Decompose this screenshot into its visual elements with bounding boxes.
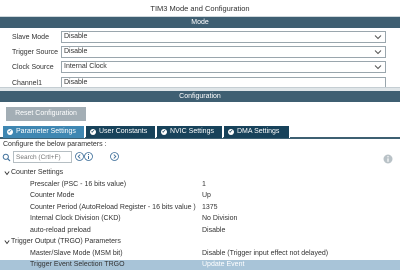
tab-nvic-settings[interactable]: ✔ NVIC Settings [157, 126, 223, 138]
parameter-label: Prescaler (PSC - 16 bits value) [30, 180, 127, 188]
check-circle-icon: ✔ [7, 129, 13, 135]
check-circle-icon: ✔ [90, 129, 96, 135]
parameter-value[interactable]: Disable [202, 226, 225, 236]
trigger-source-select[interactable]: Disable [61, 46, 386, 58]
parameter-label: Counter Mode [30, 192, 75, 199]
mode-panel: Slave Mode Disable Trigger Source Disabl… [0, 28, 400, 87]
tab-label: DMA Settings [237, 128, 280, 135]
clock-source-row: Clock Source Internal Clock [0, 61, 400, 74]
counter-settings-group[interactable]: Counter Settings [0, 168, 400, 178]
group-label: Counter Settings [11, 169, 64, 176]
window-title: TIM3 Mode and Configuration [0, 0, 400, 17]
parameter-row-selected[interactable]: Trigger Event Selection TRGO Update Even… [0, 260, 400, 270]
search-input[interactable] [13, 151, 72, 163]
trigger-output-group[interactable]: Trigger Output (TRGO) Parameters [0, 237, 400, 247]
parameter-row[interactable]: auto-reload preload Disable [0, 226, 400, 236]
channel1-row: Channel1 Disable [0, 77, 400, 87]
parameter-value[interactable]: No Division [202, 214, 237, 224]
parameter-value[interactable]: 1375 [202, 203, 218, 213]
slave-mode-row: Slave Mode Disable [0, 31, 400, 44]
parameter-row[interactable]: Counter Mode Up [0, 191, 400, 201]
configuration-section-header: Configuration [0, 91, 400, 102]
slave-mode-select[interactable]: Disable [61, 31, 386, 43]
config-tabs: ✔ Parameter Settings ✔ User Constants ✔ NVI… [0, 126, 400, 139]
search-icon[interactable] [2, 153, 11, 162]
reset-configuration-button[interactable]: Reset Configuration [6, 107, 86, 121]
parameter-value[interactable]: Disable (Trigger input effect not delaye… [202, 249, 328, 259]
parameter-value[interactable]: Up [202, 191, 211, 201]
collapse-toggle-icon[interactable] [4, 239, 10, 245]
tab-label: NVIC Settings [170, 128, 214, 135]
parameter-settings-panel: Configure the below parameters : Count [0, 139, 400, 279]
parameter-value[interactable]: Update Event [202, 260, 244, 270]
chevron-down-icon [374, 35, 382, 40]
chevron-right-icon[interactable] [110, 152, 119, 161]
parameter-row[interactable]: Master/Slave Mode (MSM bit) Disable (Tri… [0, 249, 400, 259]
configure-instructions: Configure the below parameters : [3, 141, 107, 148]
trigger-source-label: Trigger Source [12, 49, 59, 56]
tab-user-constants[interactable]: ✔ User Constants [86, 126, 156, 138]
search-row [0, 151, 400, 165]
info-icon[interactable] [84, 152, 93, 161]
clock-source-select[interactable]: Internal Clock [61, 61, 386, 73]
channel1-value: Disable [64, 79, 88, 86]
clock-source-label: Clock Source [12, 64, 54, 71]
parameter-label: auto-reload preload [30, 226, 91, 234]
parameter-label: Master/Slave Mode (MSM bit) [30, 249, 123, 257]
tab-parameter-settings[interactable]: ✔ Parameter Settings [3, 126, 85, 138]
tab-dma-settings[interactable]: ✔ DMA Settings [224, 126, 290, 138]
info-icon[interactable] [383, 154, 393, 164]
channel1-select[interactable]: Disable [61, 77, 386, 87]
parameter-row[interactable]: Counter Period (AutoReload Register - 16… [0, 203, 400, 213]
trigger-source-row: Trigger Source Disable [0, 46, 400, 59]
collapse-toggle-icon[interactable] [4, 170, 10, 176]
mode-section-header: Mode [0, 17, 400, 28]
slave-mode-value: Disable [64, 33, 88, 40]
chevron-down-icon [374, 50, 382, 55]
trigger-source-value: Disable [64, 48, 88, 55]
parameter-value[interactable]: 1 [202, 180, 206, 190]
parameter-label: Trigger Event Selection TRGO [30, 261, 125, 268]
chevron-left-icon[interactable] [75, 152, 84, 161]
tab-label: User Constants [99, 128, 148, 135]
clock-source-value: Internal Clock [64, 63, 107, 70]
parameter-row[interactable]: Internal Clock Division (CKD) No Divisio… [0, 214, 400, 224]
parameter-row[interactable]: Prescaler (PSC - 16 bits value) 1 [0, 180, 400, 190]
reset-area: Reset Configuration [0, 102, 400, 126]
chevron-down-icon [374, 65, 382, 70]
check-circle-icon: ✔ [228, 129, 234, 135]
group-label: Trigger Output (TRGO) Parameters [11, 238, 121, 245]
tab-label: Parameter Settings [16, 128, 76, 135]
parameter-label: Counter Period (AutoReload Register - 16… [30, 203, 196, 211]
parameter-label: Internal Clock Division (CKD) [30, 215, 121, 222]
slave-mode-label: Slave Mode [12, 34, 49, 41]
channel1-label: Channel1 [12, 80, 42, 87]
check-circle-icon: ✔ [161, 129, 167, 135]
